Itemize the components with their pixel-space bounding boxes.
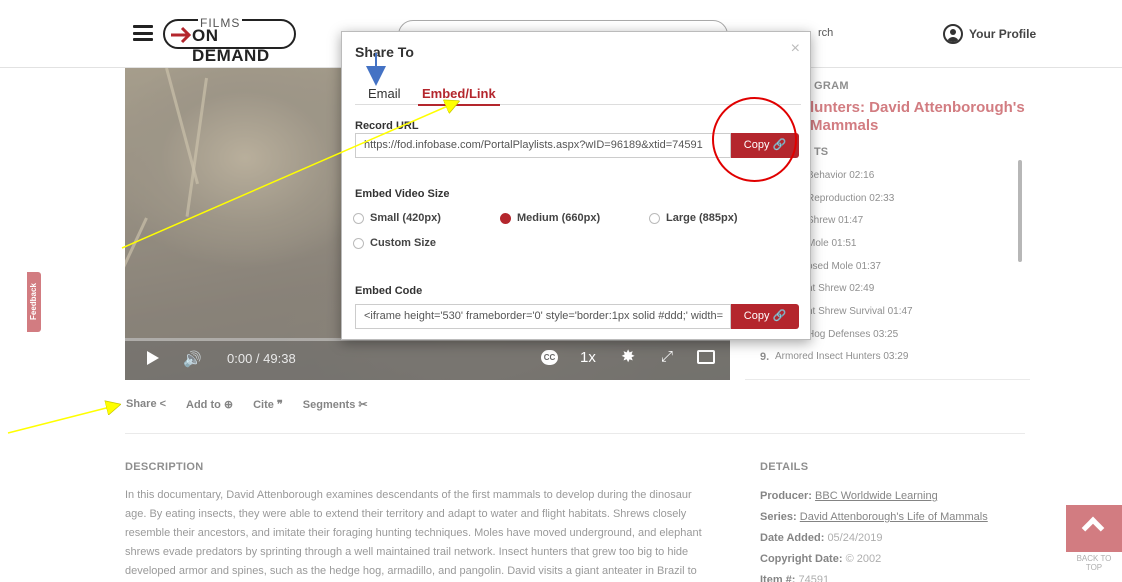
- radio-checked-icon: [500, 212, 511, 224]
- size-label: Custom Size: [370, 237, 437, 249]
- size-label: Medium (660px): [517, 212, 601, 224]
- dialog-title: Share To: [355, 44, 414, 60]
- copy-embed-button[interactable]: Copy 🔗: [731, 304, 799, 329]
- radio-icon: [353, 212, 364, 224]
- profile-label: Your Profile: [969, 27, 1037, 41]
- close-icon[interactable]: ×: [791, 40, 800, 58]
- size-option-large[interactable]: Large (885px): [649, 212, 738, 224]
- copy-label: Copy: [743, 310, 770, 322]
- user-avatar-icon: [943, 24, 963, 44]
- advanced-search-link[interactable]: rch: [818, 27, 833, 39]
- size-label: Large (885px): [666, 212, 738, 224]
- share-dialog: Share To × Email Embed/Link Record URL h…: [341, 31, 811, 340]
- record-url-label: Record URL: [355, 120, 419, 132]
- embed-code-label: Embed Code: [355, 285, 423, 297]
- embed-code-field[interactable]: <iframe height='530' frameborder='0' sty…: [355, 304, 731, 329]
- films-on-demand-logo[interactable]: FILMS ON DEMAND: [163, 17, 296, 65]
- annotation-red-circle: [712, 97, 797, 182]
- size-option-custom[interactable]: Custom Size: [353, 237, 436, 249]
- menu-icon[interactable]: [133, 25, 153, 41]
- logo-ondemand-text: ON DEMAND: [192, 26, 270, 65]
- record-url-field[interactable]: https://fod.infobase.com/PortalPlaylists…: [355, 133, 731, 158]
- embed-size-label: Embed Video Size: [355, 188, 450, 200]
- size-label: Small (420px): [370, 212, 441, 224]
- tab-embed-link[interactable]: Embed/Link: [418, 86, 500, 106]
- profile-button[interactable]: Your Profile: [943, 24, 1036, 44]
- link-icon: 🔗: [772, 310, 787, 322]
- tab-email[interactable]: Email: [368, 86, 401, 101]
- size-option-medium[interactable]: Medium (660px): [500, 212, 600, 224]
- radio-icon: [353, 237, 364, 249]
- size-option-small[interactable]: Small (420px): [353, 212, 441, 224]
- radio-icon: [649, 212, 660, 224]
